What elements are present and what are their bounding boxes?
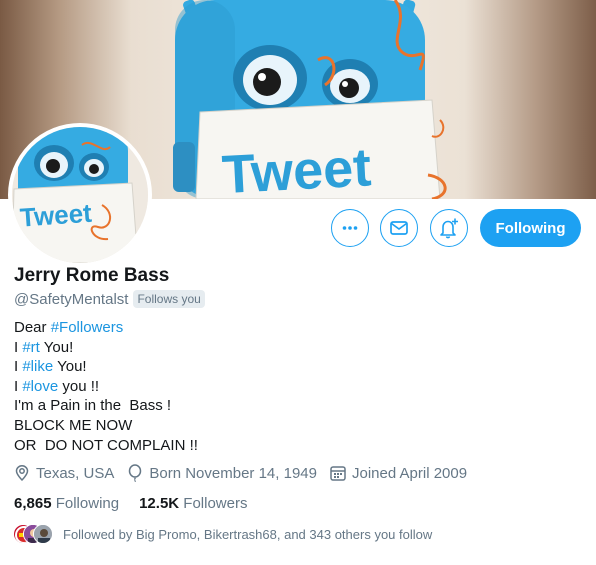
birthday-text: Born November 14, 1949 [149,464,317,482]
bio-line: I'm a Pain in the Bass ! [14,397,172,415]
handle-row: @SafetyMentalst Follows you [14,290,205,308]
followers-count-link[interactable]: 12.5K Followers [139,495,247,512]
followed-by-text[interactable]: Followed by Big Promo, Bikertrash68, and… [63,527,432,542]
joined-text: Joined April 2009 [351,464,468,482]
notifications-button[interactable] [430,209,468,247]
bio-line: Dear #Followers [14,318,198,338]
more-icon [342,226,358,230]
followed-by-avatars [13,524,53,544]
hashtag-link[interactable]: #like [22,358,53,375]
followers-count: 12.5K [139,495,180,512]
location-pin-icon [15,465,29,482]
profile-avatar[interactable]: Tweet [8,123,152,267]
following-button[interactable]: Following [480,209,581,247]
joined-date: Joined April 2009 [329,464,467,482]
message-button[interactable] [380,209,418,247]
calendar-icon [330,466,346,481]
profile-bio: Dear #Followers I #rt You! I #like You! … [14,318,198,455]
bell-plus-icon [440,218,458,239]
profile-handle: @SafetyMentalst [14,290,129,308]
svg-text:Tweet: Tweet [19,198,93,233]
following-label: Following [55,495,120,512]
bio-line: BLOCK ME NOW [14,416,133,434]
bio-text: You! [39,338,74,356]
following-count: 6,865 [14,495,52,512]
bio-line: I #like You! [14,357,198,377]
bio-line: OR DO NOT COMPLAIN !! [14,436,198,454]
more-options-button[interactable] [331,209,369,247]
bio-line: I #love you !! [14,377,198,397]
svg-text:Tweet: Tweet [221,137,373,199]
hashtag-link[interactable]: #Followers [51,319,124,336]
bio-text: you !! [58,377,100,395]
profile-meta: Texas, USA Born November 14, 1949 Joined… [13,464,479,482]
avatar [33,524,53,544]
following-count-link[interactable]: 6,865 Following [14,495,119,512]
balloon-icon [129,464,142,482]
bio-text: You! [53,358,87,376]
bio-text: Dear [14,319,51,336]
hashtag-link[interactable]: #rt [22,339,40,356]
robot-avatar-image: Tweet [12,127,148,263]
followed-by-row[interactable]: Followed by Big Promo, Bikertrash68, and… [13,524,432,544]
bio-line: I #rt You! [14,338,198,358]
follows-you-badge: Follows you [133,290,205,308]
follow-stats: 6,865 Following 12.5K Followers [14,495,267,512]
location: Texas, USA [13,464,114,482]
profile-name: Jerry Rome Bass [14,265,170,286]
birthday: Born November 14, 1949 [126,464,317,482]
envelope-icon [390,221,408,235]
hashtag-link[interactable]: #love [22,378,58,395]
followers-label: Followers [183,495,248,512]
location-text: Texas, USA [36,464,115,482]
